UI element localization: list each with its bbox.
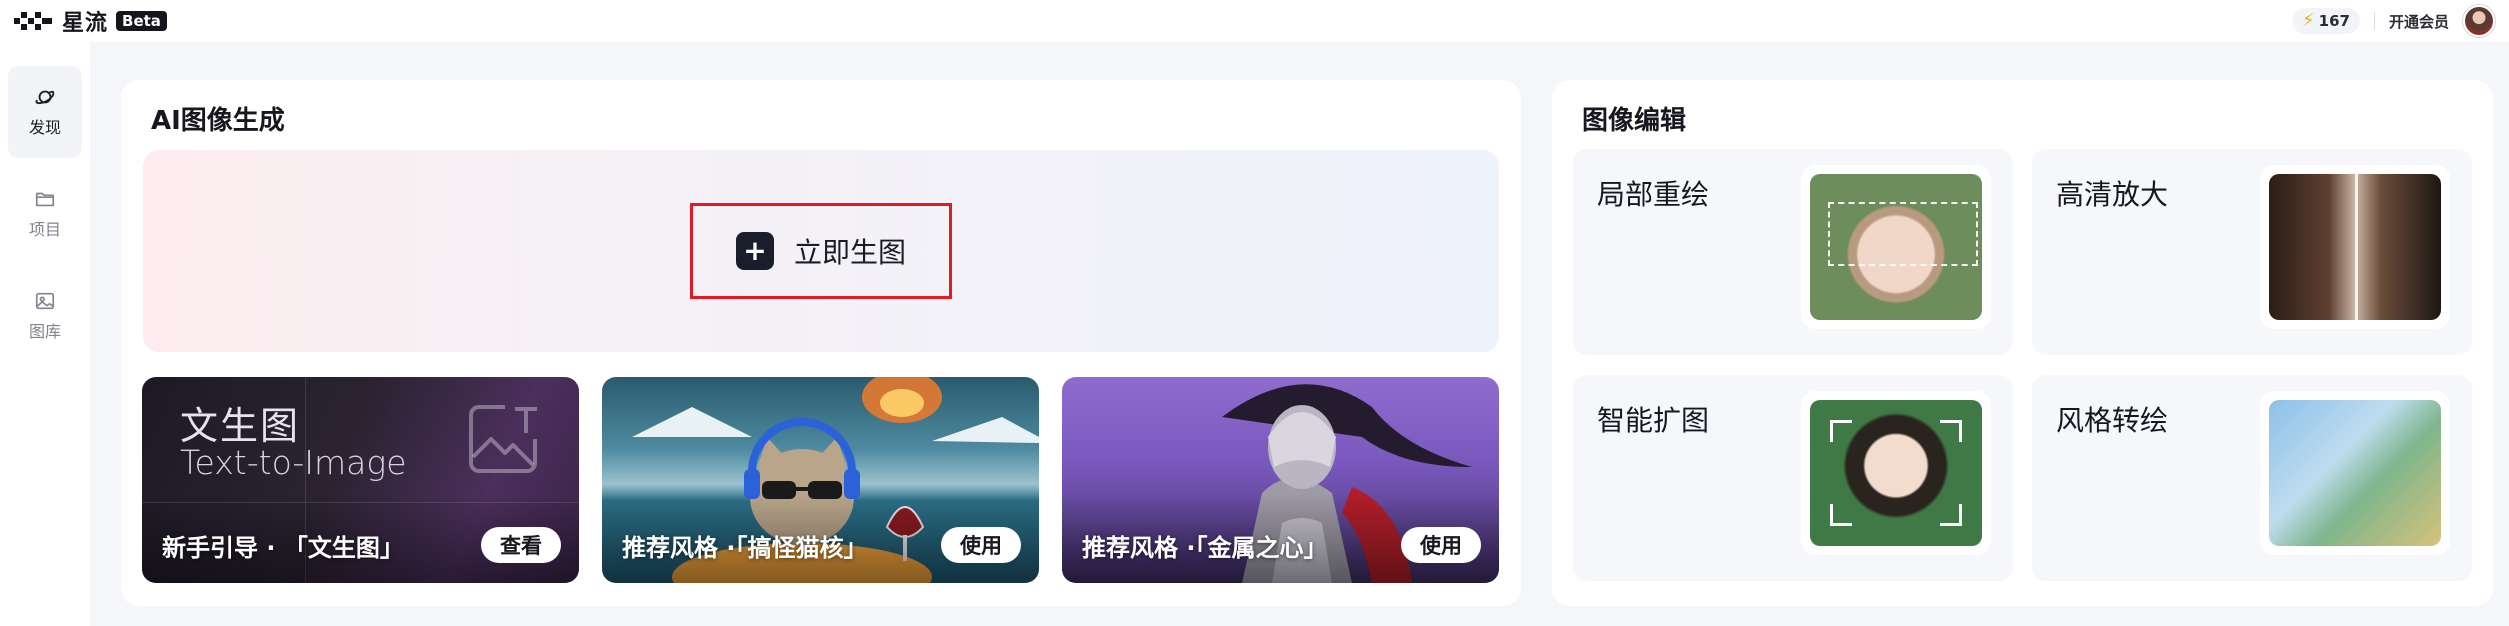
use-button[interactable]: 使用 [941, 527, 1021, 563]
selection-box [1828, 202, 1978, 266]
tool-outpaint[interactable]: 智能扩图 [1573, 375, 2013, 581]
sidebar-item-projects[interactable]: 项目 [8, 168, 82, 260]
card-caption: 推荐风格 ·「金属之心」 [1082, 534, 1328, 562]
panel-title: 图像编辑 [1582, 106, 1687, 136]
card-headline-en: Text-to-Image [180, 443, 407, 482]
sidebar-item-discover[interactable]: 发现 [8, 66, 82, 158]
avatar[interactable] [2463, 5, 2495, 37]
lightning-icon: ⚡ [2302, 10, 2315, 31]
style-card-quirky-cat[interactable]: 推荐风格 ·「搞怪猫核」 使用 [602, 377, 1039, 583]
tool-style-transfer[interactable]: 风格转绘 [2032, 375, 2472, 581]
view-button[interactable]: 查看 [481, 527, 561, 563]
use-button[interactable]: 使用 [1401, 527, 1481, 563]
tool-label: 智能扩图 [1597, 404, 1710, 437]
top-bar: 星流 Beta ⚡ 167 开通会员 [0, 0, 2509, 42]
style-transfer-preview [2269, 400, 2441, 546]
upscale-preview [2269, 174, 2441, 320]
text-to-image-icon [469, 405, 537, 473]
sidebar-item-label: 项目 [28, 220, 61, 239]
image-icon [35, 292, 55, 310]
generate-now-label: 立即生图 [793, 236, 906, 269]
sidebar-item-gallery[interactable]: 图库 [8, 270, 82, 362]
crop-corner [1940, 504, 1962, 526]
crop-corner [1830, 420, 1852, 442]
credits-badge[interactable]: ⚡ 167 [2292, 8, 2360, 34]
brand-name: 星流 [62, 11, 109, 36]
crop-corner [1940, 420, 1962, 442]
generation-panel: AI图像生成 + 立即生图 文生图 Text-to-Image 新手引导 · 「… [121, 80, 1521, 606]
planet-icon [35, 90, 55, 105]
card-caption: 推荐风格 ·「搞怪猫核」 [622, 534, 868, 562]
panel-title: AI图像生成 [151, 106, 285, 136]
tool-thumbnail [1801, 165, 1991, 329]
guide-card-text-to-image[interactable]: 文生图 Text-to-Image 新手引导 · 「文生图」 查看 [142, 377, 579, 583]
style-card-metal-heart[interactable]: 推荐风格 ·「金属之心」 使用 [1062, 377, 1499, 583]
folder-icon [35, 192, 55, 207]
outpaint-preview [1810, 400, 1982, 546]
tool-label: 风格转绘 [2056, 404, 2169, 437]
tool-thumbnail [2260, 391, 2450, 555]
vip-link[interactable]: 开通会员 [2389, 11, 2449, 32]
brand[interactable]: 星流 Beta [14, 5, 167, 37]
sidebar-item-label: 发现 [28, 118, 61, 137]
tool-label: 局部重绘 [1597, 178, 1710, 211]
card-headline-cn: 文生图 [180, 404, 301, 448]
credits-count: 167 [2318, 12, 2350, 30]
tool-thumbnail [2260, 165, 2450, 329]
plus-icon: + [735, 232, 774, 270]
generate-now-button[interactable]: + 立即生图 [690, 203, 952, 299]
tool-upscale[interactable]: 高清放大 [2032, 149, 2472, 355]
tool-label: 高清放大 [2056, 178, 2169, 211]
inpaint-preview [1810, 174, 1982, 320]
divider [2373, 12, 2375, 30]
sidebar-item-label: 图库 [28, 322, 61, 341]
beta-badge: Beta [116, 11, 167, 31]
tool-thumbnail [1801, 391, 1991, 555]
card-caption: 新手引导 · 「文生图」 [162, 534, 404, 562]
tool-inpaint[interactable]: 局部重绘 [1573, 149, 2013, 355]
crop-corner [1830, 504, 1852, 526]
create-zone[interactable]: + 立即生图 [143, 150, 1499, 352]
editing-panel: 图像编辑 局部重绘 高清放大 智能扩图 风格转绘 [1552, 80, 2493, 606]
compare-divider [2355, 174, 2358, 320]
sidebar: 发现 项目 图库 [0, 42, 90, 626]
logo-icon [14, 12, 52, 30]
